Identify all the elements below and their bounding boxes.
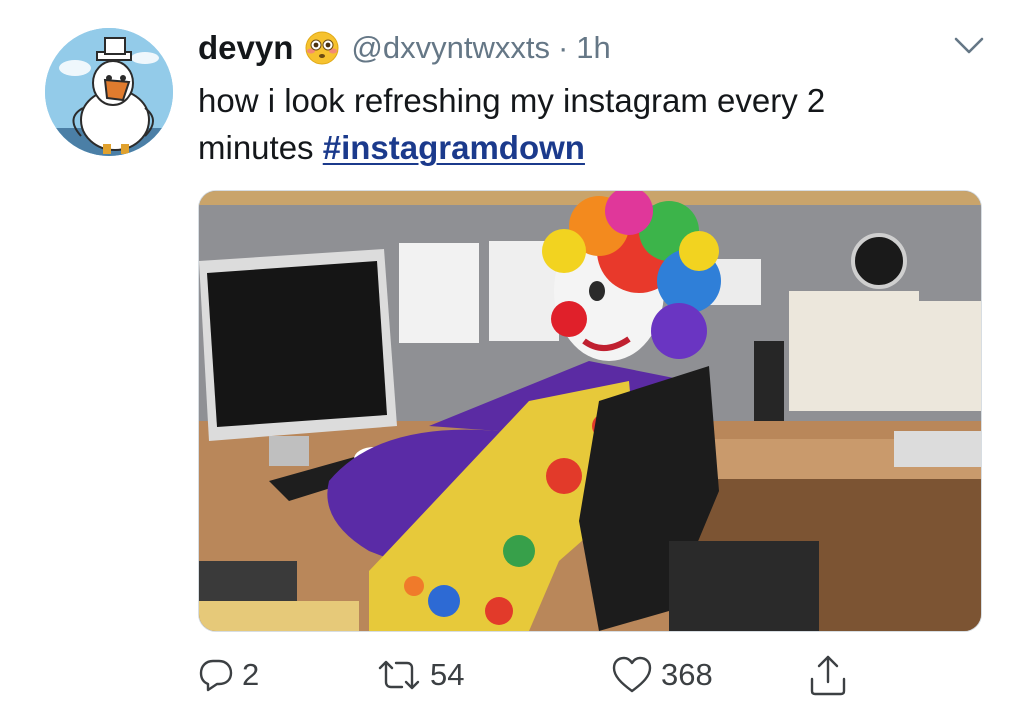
clown-at-desk-photo (199, 191, 981, 631)
retweet-icon (378, 660, 420, 690)
tweet-media-image[interactable] (198, 190, 982, 632)
flushed-face-emoji (305, 31, 339, 65)
tweet-timestamp[interactable]: 1h (576, 30, 610, 66)
header-separator: · (557, 30, 569, 65)
avatar[interactable] (45, 28, 173, 156)
hashtag-link[interactable]: #instagramdown (323, 129, 585, 166)
tweet-text-line-2: minutes #instagramdown (198, 124, 978, 171)
tweet-text: how i look refreshing my instagram every… (198, 77, 978, 171)
reply-icon (199, 659, 233, 692)
like-count: 368 (661, 657, 713, 692)
heart-icon (612, 656, 652, 693)
tweet-header: devyn @dxvyntwxxts · 1h (198, 26, 611, 70)
chevron-down-icon[interactable] (952, 34, 986, 58)
share-icon (810, 655, 846, 696)
reply-button[interactable]: 2 (198, 648, 259, 702)
like-button[interactable]: 368 (611, 648, 713, 702)
display-name[interactable]: devyn (198, 29, 293, 67)
cartoon-chicken-avatar-image (45, 28, 173, 156)
share-button[interactable] (808, 648, 848, 702)
tweet-text-line-1: how i look refreshing my instagram every… (198, 82, 826, 119)
tweet-action-bar: 2 54 368 (198, 648, 918, 702)
retweet-count: 54 (430, 657, 465, 692)
tweet-text-minutes: minutes (198, 129, 314, 166)
user-handle[interactable]: @dxvyntwxxts (351, 30, 550, 66)
reply-count: 2 (242, 657, 260, 692)
retweet-button[interactable]: 54 (376, 648, 464, 702)
